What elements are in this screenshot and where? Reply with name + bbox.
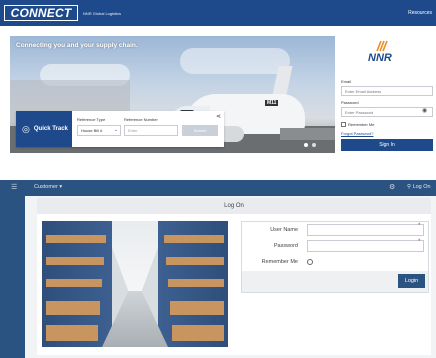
logon-navbar	[0, 180, 436, 196]
carousel-dot[interactable]	[312, 143, 316, 147]
hero-heading: Connecting you and your supply chain.	[16, 42, 138, 49]
password-field[interactable]	[307, 240, 424, 252]
quick-track-search-button[interactable]: Search	[182, 125, 218, 136]
shelf-boxes	[46, 325, 98, 341]
logon-link[interactable]: ⚲ Log On	[407, 184, 431, 190]
shelf-boxes	[46, 235, 106, 243]
login-button[interactable]: Login	[398, 274, 425, 288]
sign-in-button[interactable]: Sign In	[341, 139, 433, 151]
resources-link[interactable]: Resources	[408, 10, 432, 16]
header-tagline: NNR Global Logistics	[83, 11, 122, 16]
quick-track-icon: ◎	[22, 123, 30, 134]
shelf-boxes	[170, 301, 224, 315]
hero-cloud	[180, 48, 290, 74]
forgot-password-link[interactable]: Forgot Password?	[341, 131, 373, 136]
sidebar	[0, 196, 25, 358]
gear-icon[interactable]: ⚙	[389, 183, 395, 191]
reference-number-label: Reference Number	[124, 117, 158, 122]
page-title: Log On	[37, 198, 431, 214]
connect-logo-text: CONNECT	[10, 6, 72, 20]
eye-icon[interactable]: ◉	[422, 107, 427, 114]
menu-icon[interactable]: ☰	[11, 183, 17, 191]
email-label: Email	[341, 79, 352, 84]
remember-me-label: Remember Me	[348, 122, 375, 127]
email-field[interactable]: Enter Email Address	[341, 86, 433, 96]
password-label: Password	[341, 100, 359, 105]
quick-track-label: Quick Track	[33, 126, 68, 132]
reference-type-value: House Bill #	[81, 128, 103, 133]
quick-track-panel: ◎ Quick Track Reference Type House Bill …	[16, 111, 224, 147]
remember-me-checkbox[interactable]	[307, 259, 313, 265]
nnr-logo: NNR	[368, 52, 392, 64]
password-field[interactable]: Enter Password	[341, 107, 433, 117]
customer-menu[interactable]: Customer ▾	[34, 184, 62, 190]
shelf-boxes	[172, 325, 224, 341]
shelf-boxes	[46, 279, 102, 287]
warehouse-shelves-left	[42, 221, 112, 347]
remember-me-checkbox[interactable]	[341, 122, 346, 127]
connect-logo[interactable]: CONNECT	[4, 5, 78, 21]
reference-type-select[interactable]: House Bill # ⌄	[77, 125, 121, 136]
share-icon[interactable]: ⋖	[216, 113, 221, 120]
gate-sign: M11	[265, 100, 279, 106]
required-marker: *	[418, 239, 421, 245]
reference-number-input[interactable]: Enter	[124, 125, 178, 136]
chevron-down-icon: ⌄	[113, 127, 118, 133]
shelf-boxes	[168, 279, 224, 287]
nnr-logo-icon	[376, 40, 388, 52]
password-label: Password	[273, 243, 298, 249]
logon-link-label: Log On	[412, 184, 431, 190]
reference-type-label: Reference Type	[77, 117, 106, 122]
shelf-boxes	[46, 257, 104, 265]
username-field[interactable]	[307, 224, 424, 236]
carousel-dot-active[interactable]	[304, 143, 308, 147]
remember-me-label: Remember Me	[261, 259, 298, 265]
quick-track-header: ◎ Quick Track	[16, 111, 72, 147]
shelf-boxes	[166, 257, 224, 265]
shelf-boxes	[46, 301, 100, 315]
warehouse-image	[42, 221, 228, 347]
jet-bridge	[280, 128, 335, 140]
shelf-boxes	[164, 235, 224, 243]
required-marker: *	[418, 223, 421, 229]
username-label: User Name	[270, 227, 298, 233]
warehouse-shelves-right	[158, 221, 228, 347]
